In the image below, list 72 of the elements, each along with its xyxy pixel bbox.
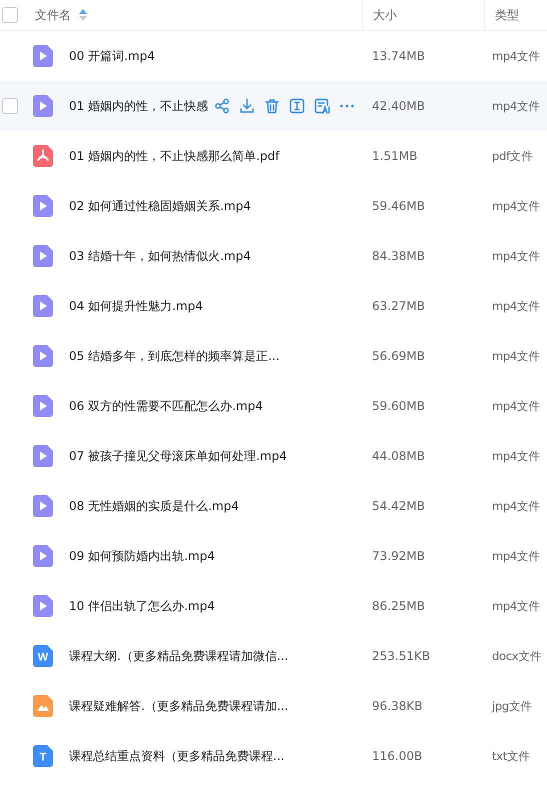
- file-type: mp4文件: [492, 48, 540, 64]
- share-icon[interactable]: [214, 98, 230, 114]
- file-name[interactable]: 07 被孩子撞见父母滚床单如何处理.mp4: [69, 448, 287, 464]
- video-file-icon: [33, 295, 53, 317]
- file-type: mp4文件: [492, 248, 540, 264]
- file-size: 73.92MB: [372, 549, 425, 563]
- video-file-icon: [33, 395, 53, 417]
- file-name[interactable]: 08 无性婚姻的实质是什么.mp4: [69, 498, 239, 514]
- delete-icon[interactable]: [264, 98, 280, 114]
- video-file-icon: [33, 245, 53, 267]
- file-name[interactable]: 00 开篇词.mp4: [69, 48, 155, 64]
- file-name[interactable]: 05 结婚多年，到底怎样的频率算是正...: [69, 348, 280, 364]
- rename-icon[interactable]: [289, 98, 306, 114]
- file-size: 59.60MB: [372, 399, 425, 413]
- file-size: 116.00B: [372, 749, 422, 763]
- sort-icon[interactable]: [79, 9, 87, 21]
- file-size: 13.74MB: [372, 49, 425, 63]
- file-type: mp4文件: [492, 398, 540, 414]
- file-size: 42.40MB: [372, 99, 425, 113]
- file-size: 56.69MB: [372, 349, 425, 363]
- video-file-icon: [33, 95, 53, 117]
- image-file-icon: [33, 695, 53, 717]
- file-size: 44.08MB: [372, 449, 425, 463]
- file-type: mp4文件: [492, 198, 540, 214]
- file-name[interactable]: 02 如何通过性稳固婚姻关系.mp4: [69, 198, 251, 214]
- download-icon[interactable]: [239, 98, 256, 114]
- file-name[interactable]: 04 如何提升性魅力.mp4: [69, 298, 203, 314]
- file-type: mp4文件: [492, 98, 540, 114]
- file-size: 59.46MB: [372, 199, 425, 213]
- file-type: mp4文件: [492, 298, 540, 314]
- file-name[interactable]: 课程总结重点资料（更多精品免费课程...: [69, 748, 284, 764]
- file-type: mp4文件: [492, 348, 540, 364]
- document-scan-icon[interactable]: [314, 98, 330, 114]
- file-type: mp4文件: [492, 448, 540, 464]
- file-row-highlight[interactable]: 01 婚姻内的性，不止快感 42.40MB mp4文件: [0, 81, 547, 131]
- video-file-icon: [33, 495, 53, 517]
- document-file-icon: W: [33, 645, 53, 667]
- column-header[interactable]: 大小: [373, 6, 397, 24]
- row-checkbox[interactable]: [2, 98, 18, 114]
- file-type: mp4文件: [492, 548, 540, 564]
- file-name[interactable]: 课程大纲.（更多精品免费课程请加微信...: [69, 648, 288, 664]
- file-size: 86.25MB: [372, 599, 425, 613]
- video-file-icon: [33, 195, 53, 217]
- file-type: pdf文件: [492, 148, 534, 164]
- file-size: 84.38MB: [372, 249, 425, 263]
- file-type: mp4文件: [492, 498, 540, 514]
- column-header[interactable]: 类型: [495, 6, 519, 24]
- file-name[interactable]: 课程疑难解答.（更多精品免费课程请加...: [69, 698, 288, 714]
- select-all-checkbox[interactable]: [2, 7, 18, 23]
- video-file-icon: [33, 545, 53, 567]
- file-type: jpg文件: [492, 698, 532, 714]
- file-type: mp4文件: [492, 598, 540, 614]
- file-size: 54.42MB: [372, 499, 425, 513]
- column-header[interactable]: 文件名: [35, 6, 71, 24]
- video-file-icon: [33, 345, 53, 367]
- file-type: docx文件: [492, 648, 542, 664]
- video-file-icon: [33, 45, 53, 67]
- file-size: 96.38KB: [372, 699, 422, 713]
- file-name[interactable]: 01 婚姻内的性，不止快感那么简单.pdf: [69, 148, 280, 164]
- file-size: 63.27MB: [372, 299, 425, 313]
- file-name[interactable]: 09 如何预防婚内出轨.mp4: [69, 548, 215, 564]
- file-name[interactable]: 03 结婚十年，如何热情似火.mp4: [69, 248, 251, 264]
- video-file-icon: [33, 595, 53, 617]
- file-name[interactable]: 10 伴侣出轨了怎么办.mp4: [69, 598, 215, 614]
- file-size: 253.51KB: [372, 649, 430, 663]
- video-file-icon: [33, 445, 53, 467]
- document-file-icon: T: [33, 745, 53, 767]
- file-name[interactable]: 01 婚姻内的性，不止快感: [69, 98, 208, 114]
- pdf-file-icon: [33, 145, 53, 167]
- file-name[interactable]: 06 双方的性需要不匹配怎么办.mp4: [69, 398, 263, 414]
- file-type: txt文件: [492, 748, 530, 764]
- file-size: 1.51MB: [372, 149, 418, 163]
